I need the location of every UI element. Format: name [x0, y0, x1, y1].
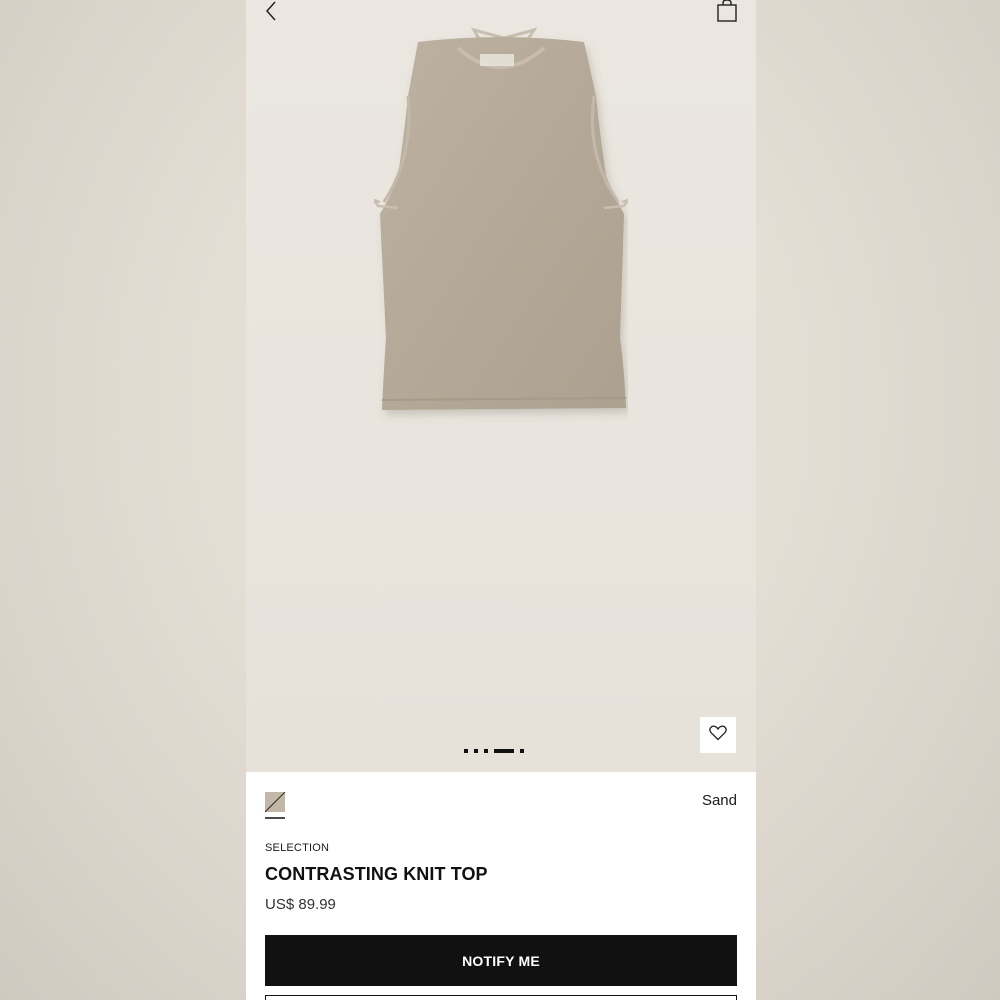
page-backdrop: Sand SELECTION CONTRASTING KNIT TOP US$ … [0, 0, 1000, 1000]
notify-me-button[interactable]: NOTIFY ME [265, 935, 737, 986]
shopping-bag-button[interactable] [714, 0, 740, 26]
gallery-pager [464, 748, 524, 754]
back-button[interactable] [258, 0, 284, 26]
product-info: Sand SELECTION CONTRASTING KNIT TOP US$ … [246, 772, 756, 1000]
shopping-bag-icon [716, 0, 738, 28]
product-gallery[interactable] [246, 0, 756, 772]
product-title: CONTRASTING KNIT TOP [265, 864, 488, 884]
pager-dot[interactable] [520, 749, 524, 753]
product-price: US$ 89.99 [265, 896, 336, 913]
color-swatch[interactable] [264, 791, 286, 819]
secondary-button[interactable] [265, 995, 737, 1000]
product-image [370, 26, 632, 424]
collection-label: SELECTION [265, 842, 330, 854]
heart-icon [709, 724, 727, 746]
pager-dot-active[interactable] [494, 749, 514, 753]
product-page: Sand SELECTION CONTRASTING KNIT TOP US$ … [246, 0, 756, 1000]
color-swatch-icon [264, 791, 287, 824]
wishlist-button[interactable] [700, 717, 736, 753]
selected-color-name: Sand [701, 792, 737, 809]
pager-dot[interactable] [464, 749, 468, 753]
chevron-left-icon [264, 0, 278, 27]
pager-dot[interactable] [474, 749, 478, 753]
pager-dot[interactable] [484, 749, 488, 753]
